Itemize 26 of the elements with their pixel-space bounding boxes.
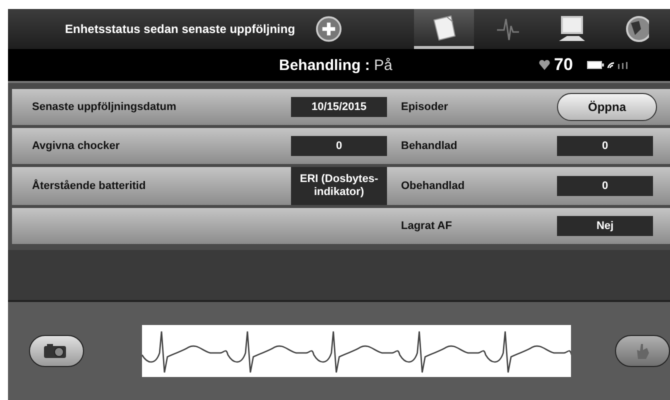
field-value: Nej [557, 216, 653, 236]
monitor-icon [557, 15, 587, 43]
field-label: Obehandlad [400, 180, 466, 192]
field-label: Avgivna chocker [31, 140, 121, 152]
battery-signal-icon [586, 60, 629, 70]
open-button[interactable]: Öppna [557, 93, 657, 121]
field-label: Behandlad [400, 140, 458, 152]
field-label: Senaste uppföljningsdatum [31, 101, 178, 113]
waveform-icon [496, 16, 520, 42]
heart-icon [539, 60, 550, 70]
field-value: ERI (Dosbytes-indikator) [291, 167, 387, 205]
add-icon[interactable] [316, 15, 342, 43]
field-value: 0 [291, 136, 387, 156]
field-label: Lagrat AF [400, 220, 453, 232]
field-value: 10/15/2015 [291, 96, 387, 118]
toolbar-tab[interactable] [414, 9, 474, 49]
field-label: Återstående batteritid [31, 180, 147, 192]
globe-icon [623, 15, 649, 43]
heart-rate: 70 [554, 55, 573, 75]
snapshot-button[interactable] [29, 335, 84, 367]
screen-title: Enhetsstatus sedan senaste uppföljning [65, 22, 296, 36]
note-icon [431, 14, 457, 42]
field-value: 0 [557, 176, 653, 196]
field-value: 0 [557, 136, 653, 156]
field-label: Episoder [400, 101, 450, 113]
therapy-status: Behandling : På [279, 56, 394, 74]
